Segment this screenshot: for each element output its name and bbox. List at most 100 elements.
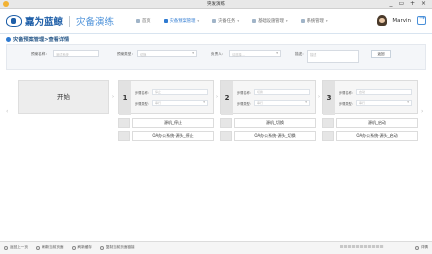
flow-step-2: 2 步骤名称： 切换 步骤类型： 串行 ▾ 源机_切换 OA办公系统-源头_切换 <box>220 80 316 142</box>
description-label: 描述： <box>295 52 306 56</box>
flow-step-1: 1 步骤名称： 停止 步骤类型： 串行 ▾ 源机_停止 OA办公系统-源头_停止 <box>118 80 214 142</box>
product-name: 灾备演练 <box>76 17 115 28</box>
plan-type-label: 预案类型： <box>117 52 135 56</box>
nav-item-system[interactable]: 系统管理 ▾ <box>300 18 328 24</box>
nav-label: 灾备任务 <box>218 19 236 24</box>
step-type-row: 步骤类型： 串行 ▾ <box>339 100 412 106</box>
gear-icon <box>300 19 305 23</box>
step-number: 1 <box>119 81 131 115</box>
step-name-row: 步骤名称： 启动 <box>339 89 412 95</box>
chevron-down-icon: ▾ <box>192 51 194 55</box>
step-action[interactable]: OA办公系统-源头_启动 <box>322 131 418 141</box>
step-action[interactable]: OA办公系统-源头_停止 <box>118 131 214 141</box>
filter-panel: 预案名称： 测试系统 预案类型： 切换 ▾ 负责人： 请选择... ▾ 描述： 描述… <box>6 44 426 70</box>
chevron-down-icon: ▾ <box>407 100 409 104</box>
chevron-down-icon: ▾ <box>237 19 240 23</box>
step-name-input[interactable]: 停止 <box>152 89 208 95</box>
window-titlebar: 突发演练 _ ▭ + × <box>0 0 432 9</box>
action-label: 源机_启动 <box>336 118 418 128</box>
scroll-right-icon[interactable]: › <box>421 108 423 115</box>
refresh-cache-icon <box>71 245 76 250</box>
flow-start-node: 开始 <box>18 80 109 114</box>
nav-item-home[interactable]: 首页 <box>136 18 151 24</box>
description-textarea[interactable]: 描述 <box>307 50 359 63</box>
breadcrumb-text: 灾备预案管理>查看详情 <box>13 37 70 43</box>
step-action[interactable]: 源机_停止 <box>118 118 214 128</box>
plan-type-select[interactable]: 切换 ▾ <box>137 50 197 57</box>
window-title: 突发演练 <box>207 2 225 7</box>
step-type-row: 步骤类型： 串行 ▾ <box>237 100 310 106</box>
logo[interactable]: 嘉为蓝鲸 灾备演练 <box>6 14 114 28</box>
step-action[interactable]: OA办公系统-源头_切换 <box>220 131 316 141</box>
breadcrumb: 灾备预案管理>查看详情 <box>6 36 69 43</box>
step-number: 3 <box>323 81 335 115</box>
step-action[interactable]: 源机_切换 <box>220 118 316 128</box>
step-name-input[interactable]: 切换 <box>254 89 310 95</box>
refresh-icon <box>35 245 40 250</box>
user-menu[interactable]: Marvin <box>377 14 426 26</box>
details-button[interactable]: 详情 <box>414 245 428 250</box>
step-name-row: 步骤名称： 切换 <box>237 89 310 95</box>
scroll-left-icon[interactable]: ‹ <box>6 108 8 115</box>
action-label: OA办公系统-源头_停止 <box>132 131 214 141</box>
server-icon <box>252 19 257 23</box>
owner-select[interactable]: 请选择... ▾ <box>229 50 281 57</box>
action-handle <box>322 118 334 128</box>
nav-item-plan-management[interactable]: 灾备预案管理 ▾ <box>163 18 200 24</box>
chevron-down-icon: ▾ <box>325 19 328 23</box>
arrow-right-icon: › <box>112 94 114 100</box>
step-type-select[interactable]: 串行 ▾ <box>152 100 208 106</box>
refresh-page-button[interactable]: 刷新当前页面 <box>35 245 64 250</box>
breadcrumb-icon <box>6 37 11 42</box>
info-icon <box>414 245 419 250</box>
step-type-select[interactable]: 串行 ▾ <box>356 100 412 106</box>
nav-label: 首页 <box>142 19 151 24</box>
action-handle <box>118 131 130 141</box>
copy-link-button[interactable]: 复制当前页面链接 <box>99 245 135 250</box>
nav-label: 基础设施管理 <box>258 19 284 24</box>
nav-item-tasks[interactable]: 灾备任务 ▾ <box>212 18 239 24</box>
step-action[interactable]: 源机_启动 <box>322 118 418 128</box>
action-label: OA办公系统-源头_启动 <box>336 131 418 141</box>
action-label: 源机_停止 <box>132 118 214 128</box>
avatar <box>377 15 388 26</box>
chevron-down-icon: ▾ <box>285 19 288 23</box>
back-icon <box>4 245 8 250</box>
brand-name: 嘉为蓝鲸 <box>25 17 64 28</box>
app-header: 嘉为蓝鲸 灾备演练 首页 灾备预案管理 ▾ 灾备任务 ▾ 基础设施管理 ▾ 系统管理 ▾… <box>0 9 432 34</box>
nav-label: 灾备预案管理 <box>169 19 196 24</box>
brand-logo-icon <box>6 15 22 27</box>
clipboard-icon <box>163 19 168 23</box>
task-icon <box>212 19 217 23</box>
arrow-right-icon: › <box>216 94 218 100</box>
action-label: 源机_切换 <box>234 118 316 128</box>
step-card: 1 步骤名称： 停止 步骤类型： 串行 ▾ <box>118 80 214 115</box>
chevron-down-icon: ▾ <box>203 100 205 104</box>
chevron-down-icon: ▾ <box>276 51 278 55</box>
step-name-row: 步骤名称： 停止 <box>135 89 208 95</box>
home-icon <box>136 19 140 23</box>
plan-name-label: 预案名称： <box>31 52 49 56</box>
action-handle <box>322 131 334 141</box>
nav-label: 系统管理 <box>306 19 324 24</box>
status-actions: 返回上一页 刷新当前页面 刷新缓存 复制当前页面链接 <box>4 245 143 250</box>
step-name-input[interactable]: 启动 <box>356 89 412 95</box>
main-nav: 首页 灾备预案管理 ▾ 灾备任务 ▾ 基础设施管理 ▾ 系统管理 ▾ <box>136 18 341 24</box>
chevron-down-icon: ▾ <box>197 19 200 23</box>
user-name: Marvin <box>392 17 411 24</box>
back-page-button[interactable]: 返回上一页 <box>4 245 28 250</box>
action-handle <box>220 131 232 141</box>
plan-name-input[interactable]: 测试系统 <box>53 50 99 57</box>
link-icon <box>99 245 104 250</box>
nav-item-infrastructure[interactable]: 基础设施管理 ▾ <box>252 18 288 24</box>
action-label: OA办公系统-源头_切换 <box>234 131 316 141</box>
logout-icon[interactable] <box>417 14 426 25</box>
window-controls[interactable]: _ ▭ + × <box>390 0 428 7</box>
flow-step-3: 3 步骤名称： 启动 步骤类型： 串行 ▾ 源机_启动 OA办公系统-源头_启动 <box>322 80 418 142</box>
refresh-cache-button[interactable]: 刷新缓存 <box>71 245 92 250</box>
step-type-row: 步骤类型： 串行 ▾ <box>135 100 208 106</box>
status-bar: 返回上一页 刷新当前页面 刷新缓存 复制当前页面链接 详情 <box>0 241 432 254</box>
step-card: 3 步骤名称： 启动 步骤类型： 串行 ▾ <box>322 80 418 115</box>
back-button[interactable]: 返回 <box>371 50 391 58</box>
step-type-select[interactable]: 串行 ▾ <box>254 100 310 106</box>
